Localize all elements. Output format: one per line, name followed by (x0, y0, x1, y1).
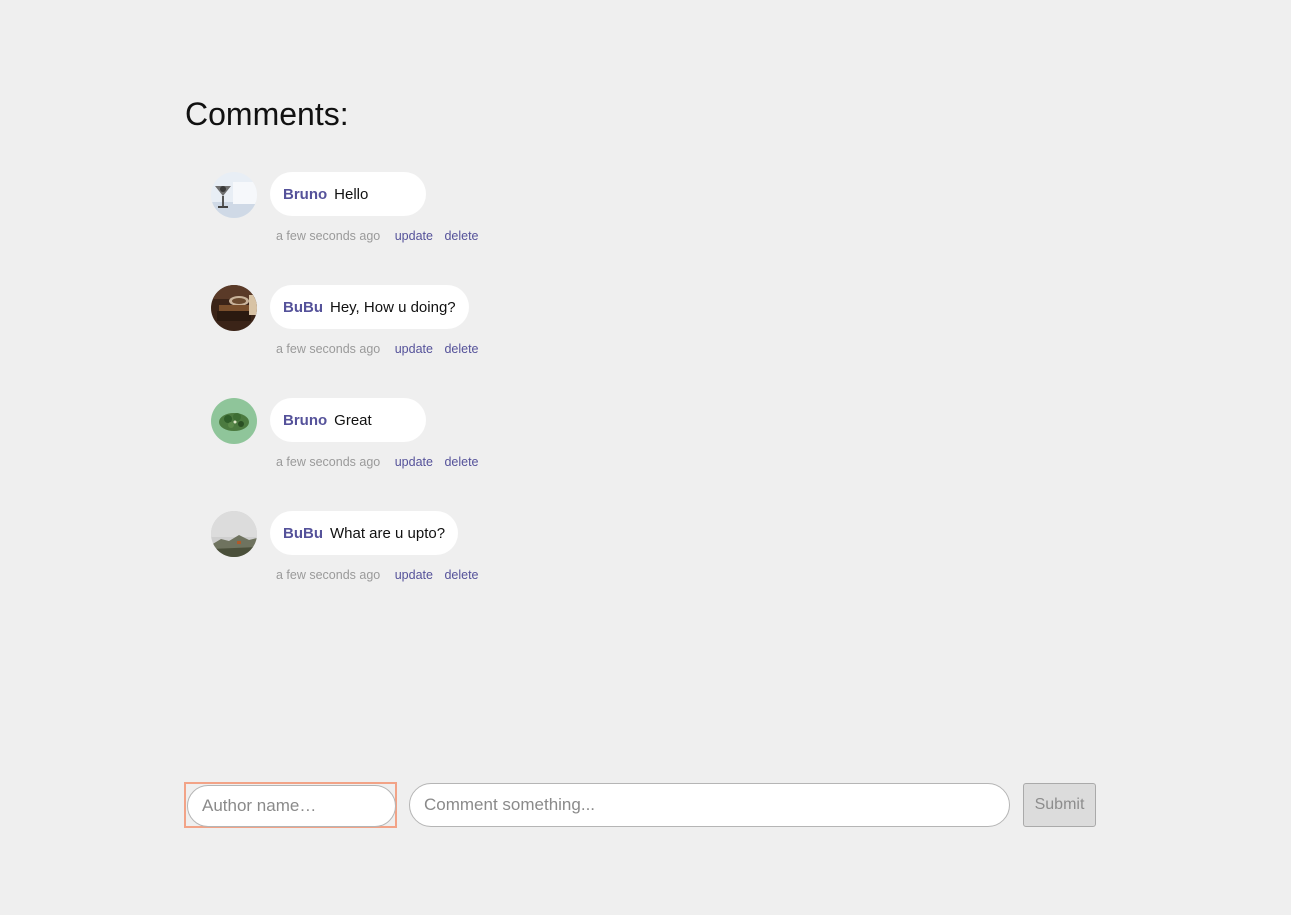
delete-link[interactable]: delete (444, 229, 478, 243)
avatar (211, 398, 257, 444)
comment-timestamp: a few seconds ago (276, 229, 381, 243)
comment-input[interactable] (409, 783, 1010, 827)
author-input-focus-ring (184, 782, 397, 828)
coffee-table-photo-avatar (211, 285, 257, 331)
submit-button[interactable]: Submit (1023, 783, 1096, 827)
comment-meta: a few seconds ago update delete (276, 229, 487, 243)
comment-meta: a few seconds ago update delete (276, 455, 487, 469)
comment-form: Submit (184, 782, 1096, 828)
avatar (211, 511, 257, 557)
landscape-photo-avatar (211, 511, 257, 557)
delete-link[interactable]: delete (444, 455, 478, 469)
author-name-input[interactable] (187, 785, 396, 827)
comment-item: Bruno Great a few seconds ago update del… (211, 398, 631, 478)
update-link[interactable]: update (395, 229, 433, 243)
comment-timestamp: a few seconds ago (276, 568, 381, 582)
comment-item: BuBu What are u upto? a few seconds ago … (211, 511, 631, 591)
update-link[interactable]: update (395, 455, 433, 469)
comment-author: BuBu (283, 524, 323, 542)
comment-author: Bruno (283, 185, 328, 203)
comment-meta: a few seconds ago update delete (276, 568, 487, 582)
comment-item: BuBu Hey, How u doing? a few seconds ago… (211, 285, 631, 365)
comment-timestamp: a few seconds ago (276, 342, 381, 356)
comment-text: What are u upto? (330, 524, 446, 542)
comment-timestamp: a few seconds ago (276, 455, 381, 469)
comment-text: Great (334, 411, 372, 429)
salad-photo-avatar (211, 398, 257, 444)
comment-bubble: BuBu What are u upto? (270, 511, 459, 555)
avatar (211, 285, 257, 331)
page-title: Comments: (185, 96, 349, 132)
comment-bubble: BuBu Hey, How u doing? (270, 285, 469, 329)
delete-link[interactable]: delete (444, 568, 478, 582)
comments-page: Comments: Bruno Hello a few seconds ago … (0, 0, 1291, 915)
comment-bubble: Bruno Great (270, 398, 426, 442)
comment-text: Hello (334, 185, 369, 203)
comment-bubble: Bruno Hello (270, 172, 426, 216)
update-link[interactable]: update (395, 568, 433, 582)
comment-author: Bruno (283, 411, 328, 429)
comment-meta: a few seconds ago update delete (276, 342, 487, 356)
delete-link[interactable]: delete (444, 342, 478, 356)
comment-text: Hey, How u doing? (330, 298, 456, 316)
comment-item: Bruno Hello a few seconds ago update del… (211, 172, 631, 252)
cocktail-photo-avatar (211, 172, 257, 218)
avatar (211, 172, 257, 218)
update-link[interactable]: update (395, 342, 433, 356)
comment-author: BuBu (283, 298, 323, 316)
